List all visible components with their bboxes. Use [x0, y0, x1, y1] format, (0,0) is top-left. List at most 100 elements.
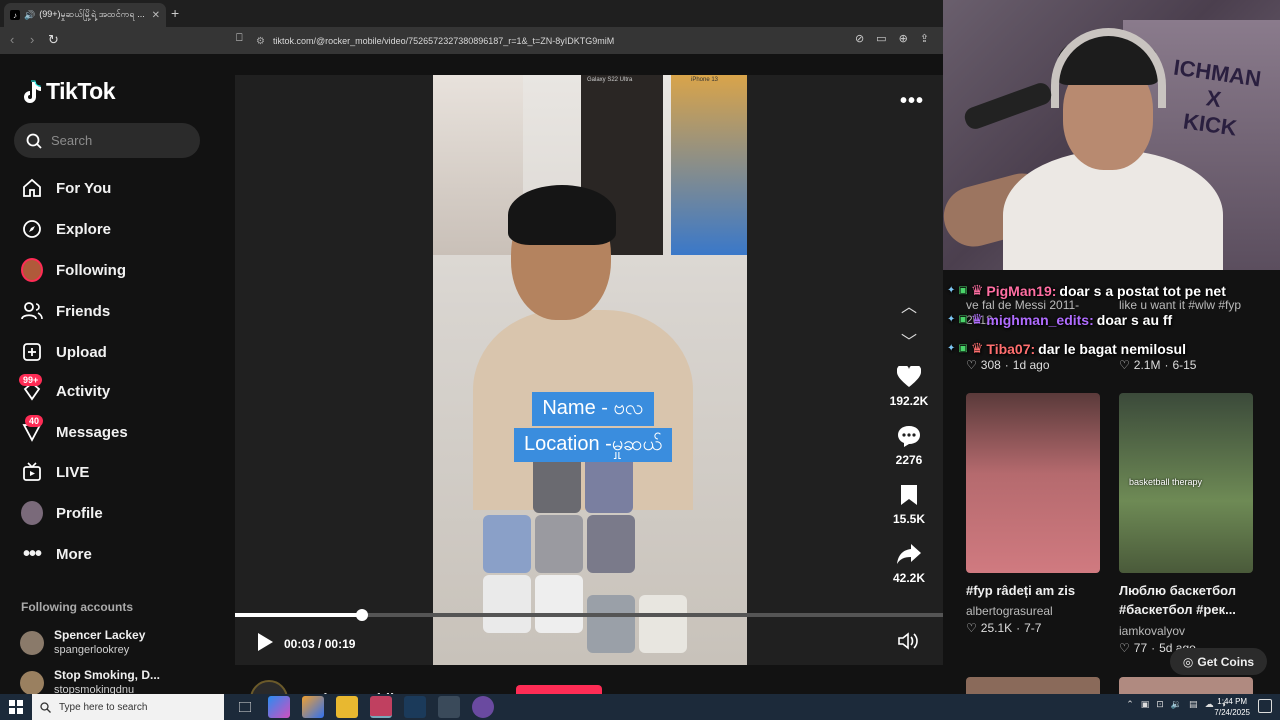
comment-button[interactable]: 2276 — [885, 423, 933, 467]
card-title[interactable]: Люблю баскетбол #баскетбол #рек... — [1119, 581, 1269, 619]
forward-button[interactable]: › — [30, 32, 34, 47]
more-options-icon[interactable]: ••• — [900, 90, 924, 113]
site-info-icon[interactable]: ⚙ — [256, 36, 265, 47]
play-icon[interactable] — [256, 632, 274, 655]
nav-more[interactable]: ••• More — [21, 542, 92, 566]
taskbar-clock[interactable]: 1:44 PM 7/24/2025 — [1214, 696, 1250, 718]
cast-icon[interactable]: ▭ — [876, 32, 886, 45]
browser-tab[interactable]: ♪ 🔊 (99+)မှုဆယ်မြို့ရဲ့ အထင်ကရ ... ✕ — [4, 3, 166, 27]
taskbar-apps — [234, 696, 494, 718]
microphone — [961, 80, 1055, 132]
search-icon — [26, 133, 42, 149]
nav-label: Messages — [56, 423, 128, 441]
video-progress-bar[interactable] — [235, 609, 943, 621]
chat-text: doar s au ff — [1096, 311, 1173, 328]
video-container[interactable]: Galaxy S22 Ultra iPhone 13 Name - ဗလ Loc… — [235, 75, 943, 665]
crown-icon: ♛ — [970, 311, 984, 327]
file-explorer-icon[interactable] — [336, 696, 358, 718]
video-card[interactable]: basketball therapy — [1119, 393, 1253, 573]
video-player[interactable]: Galaxy S22 Ultra iPhone 13 Name - ဗလ Loc… — [433, 75, 747, 665]
xbox-icon[interactable] — [438, 696, 460, 718]
heart-icon — [885, 364, 933, 390]
bookmark-icon[interactable]: ⎕ — [236, 32, 243, 45]
account-avatar — [20, 670, 44, 695]
video-card[interactable] — [966, 393, 1100, 573]
account-handle: spangerlookrey — [54, 644, 130, 656]
stream-chat: ✦ ▣ ♛ PigMan19: doar s a postat tot pe net… — [947, 276, 1277, 363]
obs-icon[interactable] — [472, 696, 494, 718]
notification-icon[interactable] — [1258, 699, 1272, 713]
search-icon — [40, 701, 51, 713]
save-button[interactable]: 15.5K — [885, 482, 933, 526]
reload-button[interactable]: ↻ — [48, 32, 59, 48]
video-controls: 00:03 / 00:19 — [256, 632, 355, 655]
url-field[interactable]: ⚙ tiktok.com/@rocker_mobile/video/752657… — [256, 31, 856, 51]
tray-icon[interactable]: ☁ — [1205, 699, 1214, 710]
taskbar-search-input[interactable]: Type here to search — [32, 694, 224, 720]
account-name: Spencer Lackey — [54, 628, 146, 642]
zoom-icon[interactable]: ⊕ — [899, 32, 908, 45]
windows-start-icon[interactable] — [0, 694, 32, 720]
no-tracking-icon[interactable]: ⊘ — [855, 32, 864, 45]
video-caption-overlay: Name - ဗလ Location -မှုဆယ် — [493, 391, 693, 463]
messages-badge: 40 — [25, 415, 44, 427]
following-account[interactable]: Stop Smoking, D... stopsmokingdnu — [20, 668, 160, 697]
new-tab-button[interactable]: + — [171, 5, 179, 21]
heart-outline-icon: ♡ — [966, 358, 977, 372]
webcam-overlay: ICHMAN X KICK — [943, 0, 1280, 270]
like-button[interactable]: 192.2K — [885, 364, 933, 408]
browser-icon[interactable] — [370, 696, 392, 718]
nav-messages[interactable]: 40 Messages — [21, 415, 128, 444]
nav-explore[interactable]: Explore — [21, 217, 111, 241]
right-panel: ICHMAN X KICK ve fal de Messi 2011-2012...… — [943, 0, 1280, 694]
home-icon — [21, 177, 43, 199]
nav-profile[interactable]: Profile — [21, 501, 103, 525]
share-button[interactable]: 42.2K — [885, 541, 933, 585]
copilot-icon[interactable] — [268, 696, 290, 718]
volume-icon[interactable] — [898, 632, 920, 655]
search-input[interactable]: Search — [14, 123, 200, 158]
nav-friends[interactable]: Friends — [21, 299, 110, 323]
nav-following[interactable]: Following — [21, 258, 126, 282]
profile-avatar-icon — [21, 501, 43, 525]
network-icon[interactable]: ⊡ — [1156, 699, 1164, 710]
following-account[interactable]: Spencer Lackey spangerlookrey — [20, 628, 145, 657]
address-bar-actions: ⊘ ▭ ⊕ ⇪ — [855, 32, 929, 45]
chat-message: ✦ ▣ ♛ mighman_edits: doar s au ff — [947, 305, 1277, 334]
nav-for-you[interactable]: For You — [21, 176, 111, 200]
messages-icon: 40 — [21, 415, 44, 443]
speaker-icon: 🔊 — [24, 9, 36, 20]
close-tab-icon[interactable]: ✕ — [152, 10, 160, 21]
nav-upload[interactable]: Upload — [21, 340, 107, 364]
url-text: tiktok.com/@rocker_mobile/video/75265723… — [272, 36, 615, 46]
card-user[interactable]: iamkovalyov — [1119, 624, 1185, 638]
crown-icon: ♛ — [970, 340, 984, 356]
chevron-up-icon[interactable]: ⌃ — [1126, 699, 1134, 710]
chat-user: PigMan19: — [986, 282, 1057, 299]
card-title[interactable]: #fyp râdeți am zis — [966, 581, 1100, 600]
get-coins-button[interactable]: ◎ Get Coins — [1170, 648, 1267, 675]
nav-activity[interactable]: 99+ Activity — [19, 374, 110, 403]
copilot-app-icon[interactable] — [302, 696, 324, 718]
tray-app-icon[interactable]: ▣ — [1141, 699, 1150, 710]
previous-video-icon[interactable]: ︿ — [901, 293, 917, 317]
card-stats: ♡ 308 · 1d ago — [966, 358, 1050, 372]
share-icon[interactable]: ⇪ — [920, 32, 929, 45]
tray-icon[interactable]: ▤ — [1189, 699, 1198, 710]
steam-icon[interactable] — [404, 696, 426, 718]
following-avatar-icon — [21, 258, 43, 282]
live-tv-icon — [21, 461, 43, 483]
video-card[interactable] — [1119, 677, 1253, 694]
poster-phone-3: iPhone 13 — [671, 75, 747, 255]
volume-tray-icon[interactable]: 🔉 — [1171, 699, 1182, 710]
crown-icon: ♛ — [970, 282, 984, 298]
video-card[interactable] — [966, 677, 1100, 694]
address-bar-row: ‹ › ↻ ⎕ ⚙ tiktok.com/@rocker_mobile/vide… — [0, 27, 943, 54]
nav-live[interactable]: LIVE — [21, 460, 89, 484]
card-user[interactable]: albertograsureal — [966, 604, 1053, 618]
back-button[interactable]: ‹ — [10, 32, 14, 47]
tiktok-logo[interactable]: TikTok — [21, 78, 116, 105]
next-video-icon[interactable]: ﹀ — [901, 328, 917, 352]
task-view-icon[interactable] — [234, 696, 256, 718]
search-placeholder: Search — [51, 133, 93, 148]
